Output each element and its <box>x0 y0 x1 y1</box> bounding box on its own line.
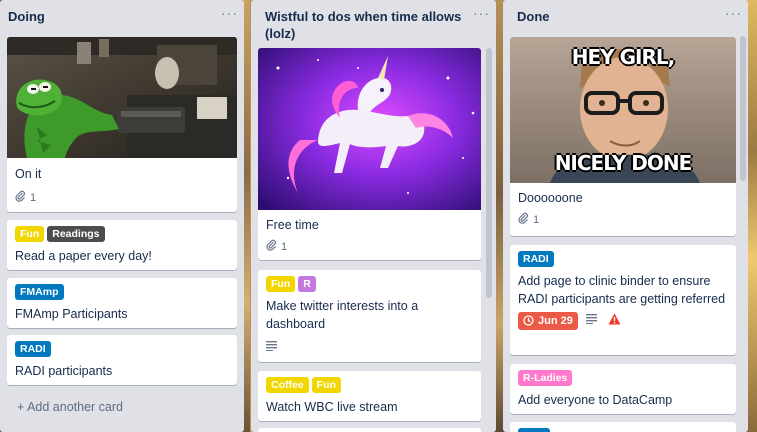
card-badges <box>266 339 473 356</box>
unicorn-galaxy-image <box>258 48 481 210</box>
card-body: Free time 1 <box>258 210 481 259</box>
card-title: Read a paper every day! <box>15 249 152 263</box>
due-date-badge[interactable]: Jun 29 <box>518 311 578 330</box>
card-badges: Jun 29 <box>518 311 728 330</box>
card-on-it[interactable]: On it 1 <box>7 37 237 212</box>
card-labels: RADI <box>518 251 728 269</box>
card-cover-image <box>258 48 481 210</box>
label-fun: Fun <box>311 377 341 393</box>
card-labels: FMAmp <box>15 284 229 302</box>
card-body: R-Ladies Add everyone to DataCamp <box>510 364 736 413</box>
card-read-a-paper[interactable]: Fun Readings Read a paper every day! <box>7 220 237 270</box>
card-fmamp-participants[interactable]: FMAmp FMAmp Participants <box>7 278 237 328</box>
list-doing: Doing ··· On it 1 Fun Readings Read a pa… <box>0 0 244 432</box>
card-title: Add everyone to DataCamp <box>518 393 673 407</box>
card-badges: 1 <box>15 189 229 206</box>
add-card-button[interactable]: + Add another card <box>17 400 123 414</box>
card-labels: R-Ladies <box>518 370 728 388</box>
label-r-ladies: R-Ladies <box>518 370 573 386</box>
warning-icon <box>608 313 621 328</box>
card-partial[interactable] <box>258 428 481 432</box>
card-watch-wbc[interactable]: Coffee Fun Watch WBC live stream <box>258 371 481 421</box>
paperclip-icon <box>518 212 529 227</box>
meme-top-text: HEY GIRL, <box>571 45 675 69</box>
card-title: RADI participants <box>15 364 113 378</box>
label-r: R <box>298 276 316 292</box>
label-radi: RADI <box>518 251 554 267</box>
card-title: FMAmp Participants <box>15 307 128 321</box>
label-blue <box>518 428 550 432</box>
card-twitter-dashboard[interactable]: Fun R Make twitter interests into a dashb… <box>258 270 481 362</box>
description-icon <box>585 314 598 327</box>
attachment-count: 1 <box>30 191 37 204</box>
label-fmamp: FMAmp <box>15 284 64 300</box>
card-free-time[interactable]: Free time 1 <box>258 48 481 260</box>
description-icon <box>266 341 278 354</box>
list-header: Done ··· <box>503 0 748 25</box>
list-header: Wistful to dos when time allows (lolz) ·… <box>251 0 496 42</box>
card-labels: RADI <box>15 341 229 359</box>
card-clinic-binder[interactable]: RADI Add page to clinic binder to ensure… <box>510 245 736 355</box>
label-fun: Fun <box>15 226 45 242</box>
card-body: Fun R Make twitter interests into a dashb… <box>258 270 481 360</box>
card-body: On it 1 <box>7 158 237 210</box>
list-scrollbar[interactable] <box>740 36 746 181</box>
card-body: FMAmp FMAmp Participants <box>7 278 237 327</box>
list-header: Doing ··· <box>0 0 244 25</box>
card-doooooone[interactable]: HEY GIRL, NICELY DONE Doooooone 1 <box>510 37 736 236</box>
list-scrollbar[interactable] <box>486 48 492 298</box>
paperclip-icon <box>15 190 26 205</box>
list-title[interactable]: Doing <box>8 8 234 25</box>
card-title: Watch WBC live stream <box>266 400 398 414</box>
card-badges: 1 <box>518 211 728 228</box>
kermit-typing-image <box>7 37 237 158</box>
board-canvas: Doing ··· On it 1 Fun Readings Read a pa… <box>0 0 757 432</box>
list-menu-button[interactable]: ··· <box>473 5 490 21</box>
list-title[interactable]: Done <box>517 8 738 25</box>
card-partial[interactable] <box>510 422 736 432</box>
list-menu-button[interactable]: ··· <box>221 5 238 21</box>
card-radi-participants[interactable]: RADI RADI participants <box>7 335 237 385</box>
list-title[interactable]: Wistful to dos when time allows (lolz) <box>265 8 486 42</box>
card-labels: Coffee Fun <box>266 377 473 395</box>
card-title: Make twitter interests into a dashboard <box>266 299 419 331</box>
clock-icon <box>523 315 534 326</box>
card-badges: 1 <box>266 238 473 255</box>
meme-bottom-text: NICELY DONE <box>554 151 693 175</box>
card-cover-image: HEY GIRL, NICELY DONE <box>510 37 736 183</box>
attachment-count: 1 <box>533 213 540 226</box>
card-body: Fun Readings Read a paper every day! <box>7 220 237 269</box>
card-body: Coffee Fun Watch WBC live stream <box>258 371 481 420</box>
list-wistful: Wistful to dos when time allows (lolz) ·… <box>251 0 496 432</box>
card-labels: Fun R <box>266 276 473 294</box>
card-title: Add page to clinic binder to ensure RADI… <box>518 274 726 306</box>
due-date-text: Jun 29 <box>538 314 573 327</box>
card-body: RADI RADI participants <box>7 335 237 384</box>
label-readings: Readings <box>47 226 105 242</box>
card-body: Doooooone 1 <box>510 183 736 232</box>
card-body: RADI Add page to clinic binder to ensure… <box>510 245 736 333</box>
list-done: Done ··· HEY GIRL, NICELY DONE Doooooone… <box>503 0 748 432</box>
label-radi: RADI <box>15 341 51 357</box>
card-title: On it <box>15 167 42 181</box>
card-datacamp[interactable]: R-Ladies Add everyone to DataCamp <box>510 364 736 414</box>
paperclip-icon <box>266 239 277 254</box>
attachment-count: 1 <box>281 240 288 253</box>
card-cover-image <box>7 37 237 158</box>
list-menu-button[interactable]: ··· <box>725 5 742 21</box>
card-title: Doooooone <box>518 191 583 205</box>
card-labels: Fun Readings <box>15 226 229 244</box>
card-title: Free time <box>266 218 319 232</box>
label-fun: Fun <box>266 276 296 292</box>
label-coffee: Coffee <box>266 377 309 393</box>
